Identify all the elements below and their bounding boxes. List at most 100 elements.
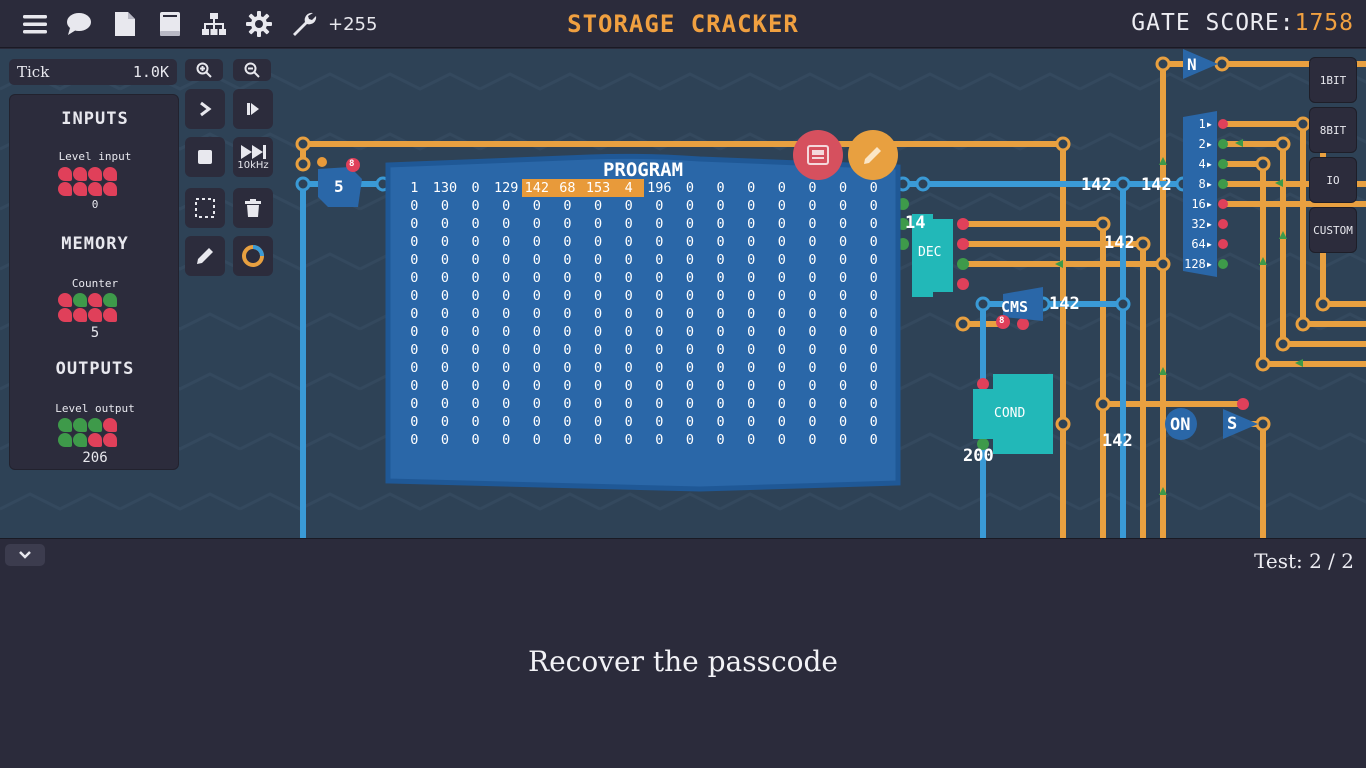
program-row: 0 0 0 0 0 0 0 0 0 0 0 0 0 0 0 0 bbox=[399, 359, 889, 377]
program-cell: 0 bbox=[716, 252, 725, 268]
counter-bits bbox=[58, 293, 118, 322]
program-cell: 0 bbox=[685, 342, 694, 358]
program-cell: 0 bbox=[655, 306, 664, 322]
bit-4[interactable] bbox=[58, 182, 72, 196]
bit-2[interactable] bbox=[88, 167, 102, 181]
splitter-bit-label: 16▸ bbox=[1191, 197, 1213, 211]
program-cell: 0 bbox=[532, 342, 541, 358]
program-cell: 0 bbox=[869, 252, 878, 268]
bit-5[interactable] bbox=[73, 182, 87, 196]
level-info-panel: Test: 2 / 2 Recover the passcode bbox=[0, 538, 1366, 768]
wrench-icon[interactable] bbox=[290, 10, 318, 38]
program-cell: 0 bbox=[716, 414, 725, 430]
bit-6[interactable] bbox=[88, 182, 102, 196]
program-cell: 0 bbox=[685, 234, 694, 250]
category-button-custom[interactable]: CUSTOM bbox=[1309, 207, 1357, 253]
menu-icon[interactable] bbox=[21, 10, 49, 38]
program-cell: 0 bbox=[593, 324, 603, 340]
program-cell: 0 bbox=[777, 432, 786, 448]
program-cell: 0 bbox=[716, 216, 725, 232]
category-button-io[interactable]: IO bbox=[1309, 157, 1357, 203]
program-cell: 0 bbox=[471, 198, 480, 214]
program-cell: 1 bbox=[410, 180, 419, 196]
gear-icon[interactable] bbox=[245, 10, 273, 38]
program-cell: 0 bbox=[563, 324, 572, 340]
top-bar: +255 STORAGE CRACKER GATE SCORE:1758 bbox=[0, 0, 1366, 48]
program-cell: 0 bbox=[808, 414, 817, 430]
delete-button[interactable] bbox=[233, 188, 273, 228]
category-button-8bit[interactable]: 8BIT bbox=[1309, 107, 1357, 153]
bit-7[interactable] bbox=[103, 182, 117, 196]
program-cell: 0 bbox=[808, 180, 817, 196]
draw-wire-button[interactable] bbox=[185, 236, 225, 276]
program-cell: 0 bbox=[532, 324, 541, 340]
program-cell: 0 bbox=[685, 288, 694, 304]
program-memory-button[interactable] bbox=[793, 130, 843, 180]
program-cell: 0 bbox=[471, 270, 480, 286]
program-row: 0 0 0 0 0 0 0 0 0 0 0 0 0 0 0 0 bbox=[399, 215, 889, 233]
bit-1[interactable] bbox=[73, 167, 87, 181]
bit-0 bbox=[58, 293, 72, 307]
category-button-1bit[interactable]: 1BIT bbox=[1309, 57, 1357, 103]
splitter-bit-label: 128▸ bbox=[1184, 257, 1213, 271]
program-cell: 0 bbox=[502, 198, 511, 214]
program-cell: 0 bbox=[440, 378, 449, 394]
program-cell: 0 bbox=[563, 396, 572, 412]
hierarchy-icon[interactable] bbox=[200, 10, 228, 38]
level-input-bits[interactable] bbox=[58, 167, 118, 196]
counter-bit-badge: 8 bbox=[349, 159, 355, 169]
trash-icon bbox=[245, 199, 261, 217]
program-cell: 0 bbox=[838, 432, 848, 448]
program-cell: 0 bbox=[777, 342, 786, 358]
fast-forward-button[interactable]: 10kHz bbox=[233, 137, 273, 177]
program-cell: 0 bbox=[655, 360, 664, 376]
program-cell: 0 bbox=[685, 324, 694, 340]
program-cell: 0 bbox=[869, 342, 878, 358]
step-button[interactable] bbox=[185, 89, 225, 129]
program-cell: 0 bbox=[593, 360, 603, 376]
bit-4 bbox=[58, 308, 72, 322]
wire-color-button[interactable] bbox=[233, 236, 273, 276]
program-memory-grid: 1 130 0 129 142 68 153 4 196 0 0 0 0 0 0 0 0 0 0 0 0 0 0 0 0 0 0 0 0… bbox=[399, 179, 889, 449]
program-cell: 0 bbox=[869, 414, 878, 430]
program-cell: 0 bbox=[808, 234, 817, 250]
program-cell: 0 bbox=[410, 234, 419, 250]
level-output-label: Level output bbox=[55, 402, 135, 415]
program-cell: 142 bbox=[521, 179, 553, 197]
splitter-bit-label: 32▸ bbox=[1191, 217, 1213, 231]
program-cell: 0 bbox=[532, 414, 541, 430]
program-cell: 0 bbox=[838, 324, 848, 340]
program-cell: 0 bbox=[563, 252, 572, 268]
play-button[interactable] bbox=[233, 89, 273, 129]
program-cell: 0 bbox=[747, 288, 756, 304]
select-button[interactable] bbox=[185, 188, 225, 228]
program-cell: 0 bbox=[593, 414, 603, 430]
program-cell: 0 bbox=[685, 432, 694, 448]
chevron-right-icon bbox=[200, 101, 212, 117]
circuit-board[interactable]: 5 8 8 DEC 14 CMS COND 200 142 142 142 14… bbox=[0, 49, 1366, 538]
bit-3[interactable] bbox=[103, 167, 117, 181]
program-row: 0 0 0 0 0 0 0 0 0 0 0 0 0 0 0 0 bbox=[399, 197, 889, 215]
document-icon[interactable] bbox=[111, 10, 139, 38]
stop-button[interactable] bbox=[185, 137, 225, 177]
program-cell: 0 bbox=[532, 198, 541, 214]
program-edit-button[interactable] bbox=[848, 130, 898, 180]
zoom-in-button[interactable] bbox=[185, 59, 223, 81]
bit-0[interactable] bbox=[58, 167, 72, 181]
bit-7 bbox=[103, 433, 117, 447]
program-cell: 0 bbox=[716, 234, 725, 250]
collapse-panel-button[interactable] bbox=[5, 544, 45, 566]
program-cell: 0 bbox=[869, 360, 878, 376]
program-component[interactable]: PROGRAM 1 130 0 129 142 68 153 4 196 0 0 0 0 0 0 0 0 0 0 0 0… bbox=[388, 159, 898, 489]
gate-score-value: 1758 bbox=[1294, 10, 1354, 36]
zoom-out-button[interactable] bbox=[233, 59, 271, 81]
program-cell: 0 bbox=[869, 324, 878, 340]
program-cell: 0 bbox=[716, 270, 725, 286]
chat-icon[interactable] bbox=[65, 10, 93, 38]
program-cell: 0 bbox=[716, 180, 725, 196]
program-row: 0 0 0 0 0 0 0 0 0 0 0 0 0 0 0 0 bbox=[399, 431, 889, 449]
program-cell: 0 bbox=[563, 270, 572, 286]
program-cell: 0 bbox=[716, 432, 725, 448]
book-icon[interactable] bbox=[156, 10, 184, 38]
program-cell: 0 bbox=[440, 270, 449, 286]
